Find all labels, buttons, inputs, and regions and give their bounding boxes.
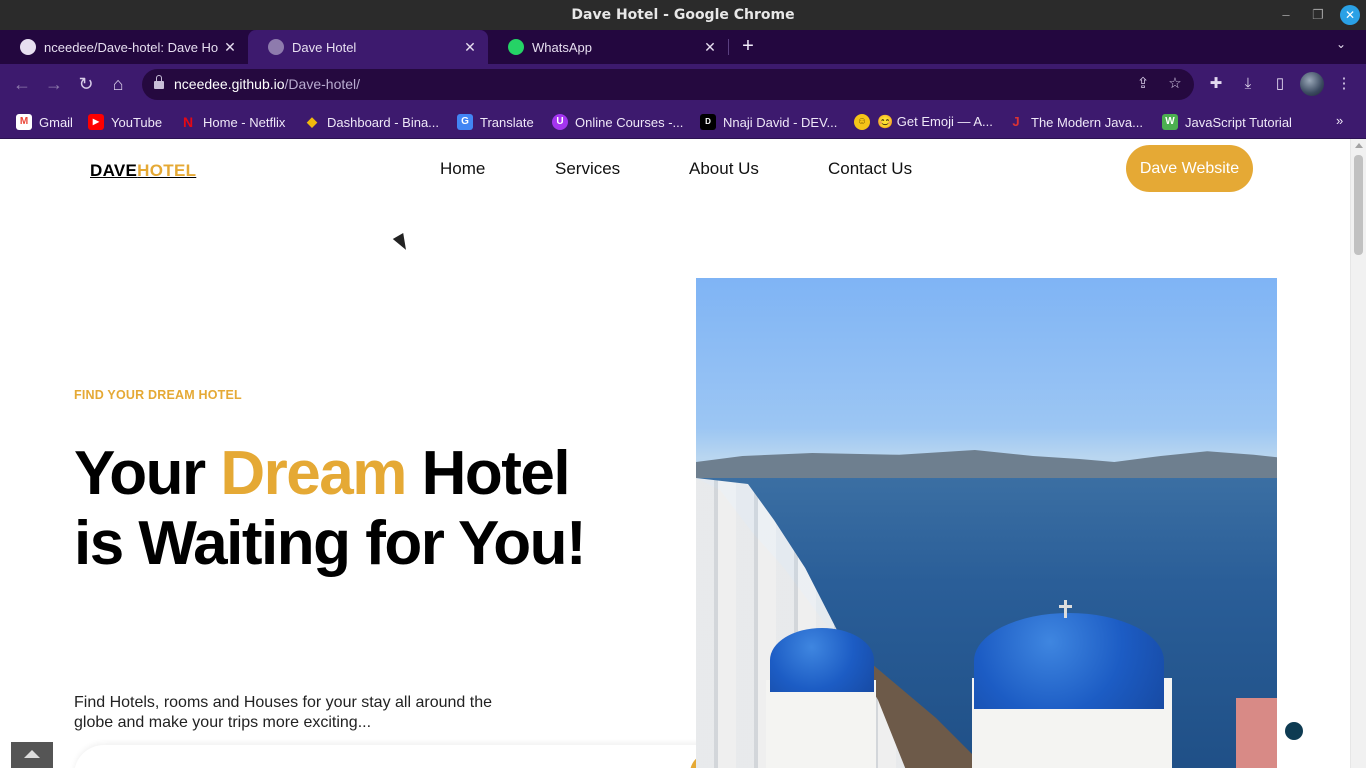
- bookmark-udemy[interactable]: U Online Courses -...: [552, 112, 683, 132]
- site-logo[interactable]: DAVEHOTEL: [90, 161, 196, 181]
- arrow-up-icon: [24, 750, 40, 758]
- hero-description: Find Hotels, rooms and Houses for your s…: [74, 694, 492, 731]
- headline-accent: Dream: [220, 439, 407, 508]
- lock-icon[interactable]: [154, 75, 164, 90]
- scroll-thumb[interactable]: [1354, 155, 1363, 255]
- reload-icon[interactable]: ↻: [74, 72, 98, 96]
- bookmarks-bar: M Gmail ▶ YouTube N Home - Netflix ◆ Dashboa…: [0, 104, 1366, 139]
- window-titlebar: Dave Hotel - Google Chrome – ❐ ✕: [0, 0, 1366, 30]
- bookmark-label: Nnaji David - DEV...: [723, 114, 838, 130]
- logo-part-hotel: HOTEL: [137, 161, 197, 180]
- tab-label: nceedee/Dave-hotel: Dave Ho: [44, 39, 219, 55]
- tab-dave-hotel[interactable]: Dave Hotel ✕: [248, 30, 488, 64]
- close-tab-icon[interactable]: ✕: [222, 39, 238, 56]
- scroll-to-top-button[interactable]: [11, 742, 53, 768]
- bookmark-dev[interactable]: D Nnaji David - DEV...: [700, 112, 837, 132]
- nav-home[interactable]: Home: [440, 159, 485, 179]
- tab-search-icon[interactable]: ⌄: [1336, 37, 1352, 57]
- bookmark-label: Online Courses -...: [575, 114, 684, 130]
- bookmark-label: 😊 Get Emoji — A...: [877, 114, 993, 129]
- whatsapp-icon: [508, 39, 524, 55]
- bookmark-label: Gmail: [39, 114, 73, 130]
- udemy-icon: U: [552, 114, 568, 130]
- bookmark-binance[interactable]: ◆ Dashboard - Bina...: [304, 112, 439, 132]
- bookmark-javascript-info[interactable]: J The Modern Java...: [1008, 112, 1143, 132]
- headline-start: Your: [74, 439, 221, 508]
- dome-cross: [1064, 600, 1067, 618]
- bookmark-label: JavaScript Tutorial: [1185, 114, 1292, 130]
- page-viewport: DAVEHOTEL Home Services About Us Contact…: [0, 139, 1366, 768]
- home-icon[interactable]: ⌂: [106, 72, 130, 96]
- globe-icon: [268, 39, 284, 55]
- bookmark-label: Dashboard - Bina...: [327, 114, 440, 130]
- blue-dome-right: [974, 613, 1164, 709]
- bookmark-youtube[interactable]: ▶ YouTube: [88, 112, 162, 132]
- nav-services[interactable]: Services: [555, 159, 620, 179]
- dave-website-button[interactable]: Dave Website: [1126, 145, 1253, 192]
- hero-eyebrow: FIND YOUR DREAM HOTEL: [74, 388, 242, 402]
- bookmark-getemoji[interactable]: ☺ 😊 Get Emoji — A...: [854, 112, 993, 132]
- binance-icon: ◆: [307, 114, 317, 129]
- url-path: /Dave-hotel/: [284, 76, 361, 92]
- maximize-icon[interactable]: ❐: [1308, 5, 1328, 25]
- address-bar[interactable]: nceedee.github.io/Dave-hotel/ ⇪ ☆: [142, 69, 1194, 100]
- github-icon: [20, 39, 36, 55]
- bookmark-label: Translate: [480, 114, 534, 130]
- profile-avatar[interactable]: [1300, 72, 1324, 96]
- church-left: [766, 680, 876, 768]
- bookmark-netflix[interactable]: N Home - Netflix: [180, 112, 285, 132]
- bookmark-label: YouTube: [111, 114, 163, 130]
- dome-cross-bar: [1059, 605, 1072, 608]
- tab-label: Dave Hotel: [292, 39, 357, 55]
- new-tab-icon[interactable]: +: [738, 35, 758, 59]
- nav-about-us[interactable]: About Us: [689, 159, 759, 179]
- download-icon[interactable]: ⤓: [1238, 74, 1258, 94]
- url-text[interactable]: nceedee.github.io/Dave-hotel/: [174, 76, 360, 92]
- translate-icon: G: [457, 114, 473, 130]
- tab-github[interactable]: nceedee/Dave-hotel: Dave Ho ✕: [0, 30, 248, 64]
- chat-widget-icon[interactable]: [1285, 722, 1303, 740]
- page-scrollbar[interactable]: [1350, 139, 1366, 768]
- bookmark-label: Home - Netflix: [203, 114, 286, 130]
- close-tab-icon[interactable]: ✕: [462, 39, 478, 56]
- bookmark-label: The Modern Java...: [1031, 114, 1143, 130]
- netflix-icon: N: [182, 114, 194, 130]
- side-panel-icon[interactable]: ▯: [1270, 74, 1290, 94]
- hero-headline: Your Dream Hotel is Waiting for You!: [74, 439, 594, 579]
- extensions-icon[interactable]: ✚: [1206, 74, 1226, 94]
- share-icon[interactable]: ⇪: [1134, 75, 1152, 93]
- window-title: Dave Hotel - Google Chrome: [571, 7, 795, 23]
- back-icon[interactable]: ←: [10, 72, 34, 96]
- bookmark-translate[interactable]: G Translate: [457, 112, 534, 132]
- youtube-icon: ▶: [88, 114, 104, 130]
- hero-image: [696, 278, 1277, 768]
- dev-icon: D: [700, 114, 716, 130]
- tab-separator: [728, 39, 729, 55]
- gmail-icon: M: [16, 114, 32, 130]
- w3schools-icon: W: [1162, 114, 1178, 130]
- url-host: nceedee.github.io: [174, 76, 285, 92]
- close-window-icon[interactable]: ✕: [1340, 5, 1360, 25]
- menu-icon[interactable]: ⋮: [1334, 74, 1354, 94]
- search-panel[interactable]: [74, 745, 714, 768]
- tab-whatsapp[interactable]: WhatsApp ✕: [488, 30, 728, 64]
- emoji-icon: ☺: [854, 114, 870, 130]
- logo-part-dave: DAVE: [90, 161, 138, 180]
- browser-toolbar: ← → ↻ ⌂ nceedee.github.io/Dave-hotel/ ⇪ …: [0, 64, 1366, 104]
- bookmarks-overflow-icon[interactable]: »: [1336, 113, 1343, 128]
- javascript-info-icon: J: [1012, 114, 1020, 129]
- scroll-up-icon[interactable]: [1355, 143, 1363, 148]
- tab-strip: nceedee/Dave-hotel: Dave Ho ✕ Dave Hotel…: [0, 30, 1366, 64]
- bookmark-gmail[interactable]: M Gmail: [16, 112, 73, 132]
- tab-label: WhatsApp: [532, 39, 592, 55]
- minimize-icon[interactable]: –: [1276, 5, 1296, 25]
- nav-contact-us[interactable]: Contact Us: [828, 159, 912, 179]
- bookmark-w3schools[interactable]: W JavaScript Tutorial: [1162, 112, 1292, 132]
- forward-icon[interactable]: →: [42, 72, 66, 96]
- bookmark-star-icon[interactable]: ☆: [1166, 75, 1184, 93]
- blue-dome-left: [770, 628, 874, 692]
- close-tab-icon[interactable]: ✕: [702, 39, 718, 56]
- pink-bell-tower: [1236, 698, 1277, 768]
